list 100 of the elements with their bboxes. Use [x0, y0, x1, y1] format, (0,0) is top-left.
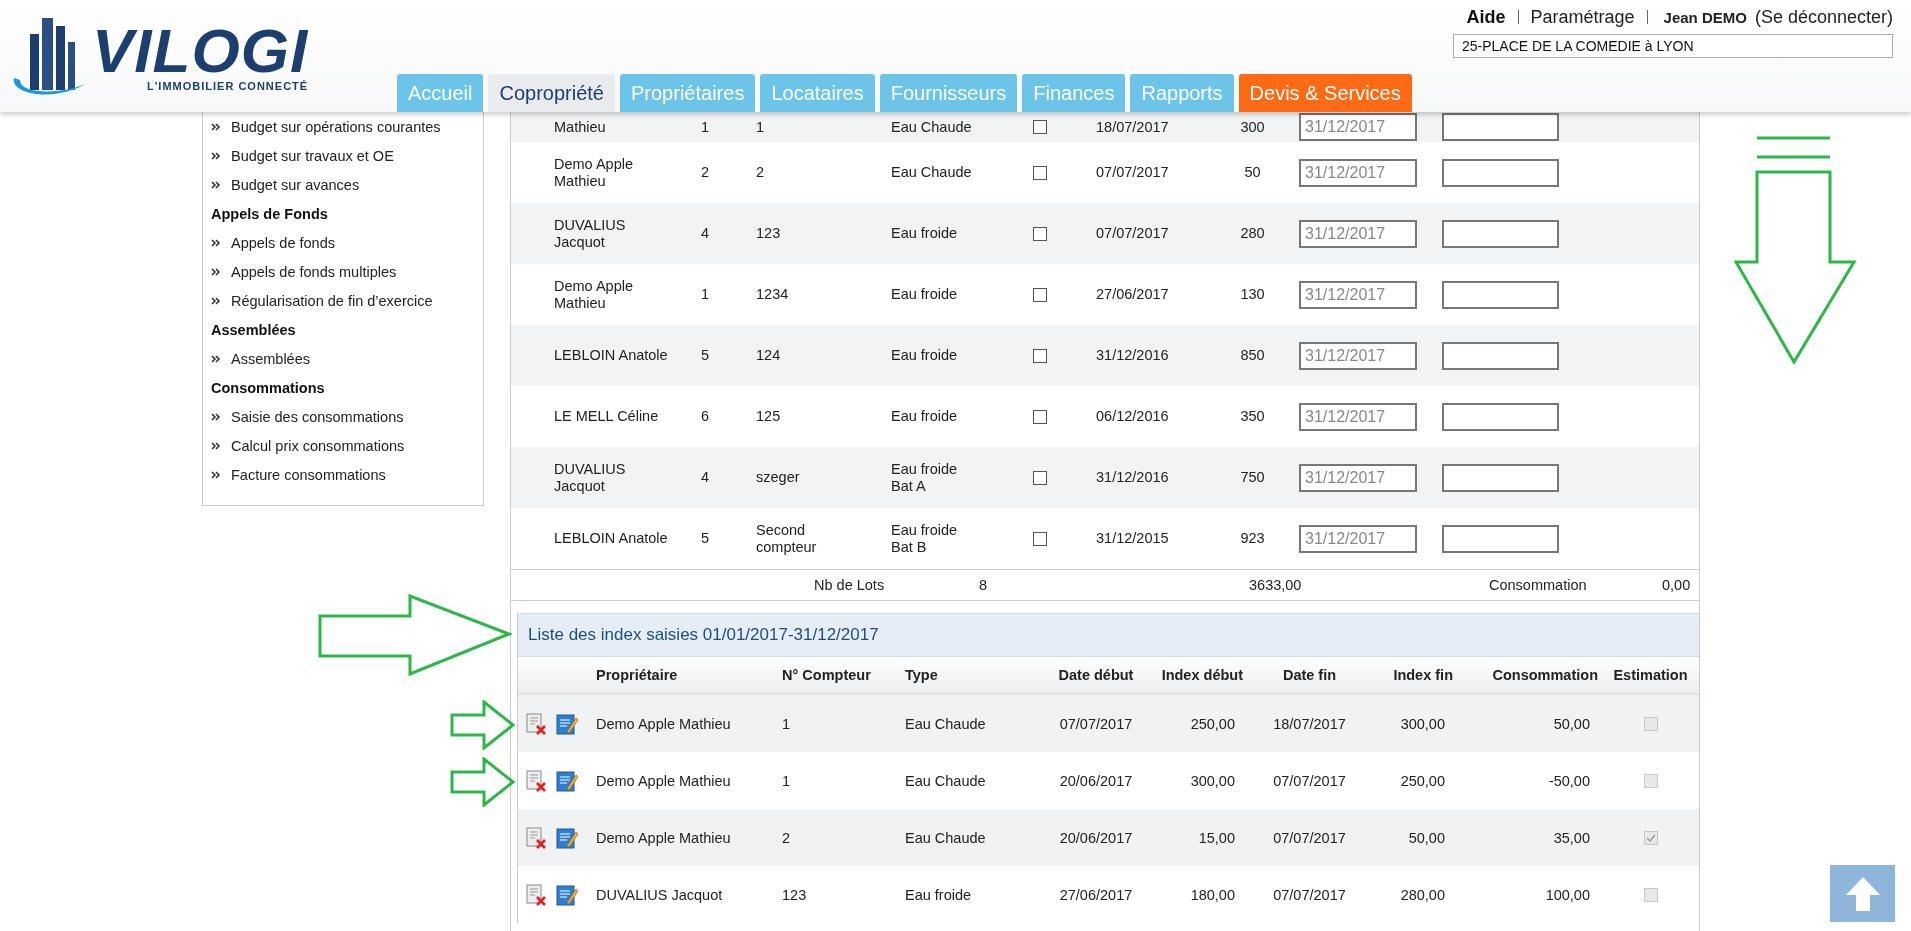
- table-cell-text: 1: [782, 772, 792, 789]
- chevrons-icon: [211, 470, 221, 479]
- table-cell-text: 100,00: [1544, 886, 1591, 903]
- date-input-field[interactable]: 31/12/2017: [1299, 219, 1417, 248]
- sidebar-link[interactable]: Régularisation de fin d’exercice: [231, 292, 433, 309]
- table-cell-text: 850: [1239, 347, 1266, 364]
- table-cell-text: 125: [756, 408, 782, 425]
- header-link[interactable]: Aide: [1454, 10, 1519, 24]
- edit-icon[interactable]: [555, 825, 579, 850]
- column-header: Index fin: [1392, 667, 1454, 683]
- footer-value: 3633,00: [1249, 576, 1303, 594]
- index-input-field[interactable]: [1442, 341, 1559, 370]
- table-cell-text: LEBLOIN Anatole: [554, 530, 669, 547]
- user-name: Jean DEMO: [1662, 8, 1748, 26]
- table-cell-text: 300: [1239, 118, 1266, 136]
- checkbox[interactable]: [1033, 348, 1047, 363]
- column-header: N° Compteur: [782, 667, 872, 683]
- column-header: Type: [905, 667, 939, 683]
- index-input-field[interactable]: [1442, 463, 1559, 492]
- index-input-field[interactable]: [1442, 158, 1559, 187]
- date-input-field[interactable]: 31/12/2017: [1299, 524, 1417, 553]
- checkbox[interactable]: [1033, 120, 1047, 134]
- delete-icon[interactable]: [524, 882, 548, 907]
- right-arrow-icon: [450, 757, 516, 807]
- logout-link[interactable]: (Se déconnecter): [1754, 6, 1893, 28]
- table-cell-text: Eau froide: [891, 225, 959, 242]
- date-input-field[interactable]: 31/12/2017: [1299, 463, 1417, 492]
- date-input-field[interactable]: 31/12/2017: [1299, 341, 1417, 370]
- table-cell-text: 20/06/2017: [1058, 772, 1134, 789]
- table-cell-text: 2: [756, 164, 766, 181]
- checkbox[interactable]: [1033, 165, 1047, 180]
- table-cell-text: Eau Chaude: [905, 829, 987, 846]
- index-input-field[interactable]: [1442, 524, 1559, 553]
- chevrons-icon: [211, 441, 221, 450]
- index-input-field[interactable]: [1442, 219, 1559, 248]
- table-cell-text: 07/07/2017: [1272, 886, 1347, 903]
- table-cell-text: 123: [782, 886, 808, 903]
- table-cell-text: 4: [701, 225, 711, 242]
- table-cell-text: 1234: [756, 286, 790, 303]
- date-input-field[interactable]: 31/12/2017: [1299, 113, 1417, 141]
- edit-icon[interactable]: [555, 768, 579, 793]
- sidebar-link[interactable]: Appels de fonds: [231, 234, 335, 251]
- table-cell-text: 124: [756, 347, 782, 364]
- edit-icon[interactable]: [555, 711, 579, 736]
- sidebar-link[interactable]: Appels de fonds multiples: [231, 263, 397, 280]
- index-input-field[interactable]: [1442, 402, 1559, 431]
- table-cell-text: -50,00: [1547, 772, 1591, 789]
- table-cell-text: 923: [1239, 530, 1266, 547]
- column-header: Index début: [1160, 667, 1244, 683]
- delete-icon[interactable]: [524, 711, 548, 736]
- column-header: Date fin: [1281, 667, 1338, 683]
- index-input-field[interactable]: [1442, 113, 1559, 141]
- date-input-field[interactable]: 31/12/2017: [1299, 402, 1417, 431]
- table-cell-text: Eau Chaude: [891, 118, 973, 136]
- date-input-field[interactable]: 31/12/2017: [1299, 158, 1417, 187]
- table-cell-text: 280: [1239, 225, 1266, 242]
- table-cell-text: 31/12/2016: [1096, 347, 1170, 364]
- table-cell-text: Eau Chaude: [905, 715, 987, 732]
- checkbox[interactable]: [1033, 226, 1047, 241]
- sidebar-link[interactable]: Budget sur avances: [231, 176, 360, 193]
- table-cell-text: DUVALIUS Jacquot: [554, 216, 627, 251]
- table-cell-text: DUVALIUS Jacquot: [554, 460, 627, 495]
- table-cell-text: Eau froide: [891, 408, 959, 425]
- table-cell-text: 750: [1239, 469, 1266, 486]
- checkbox[interactable]: [1033, 531, 1047, 546]
- table-cell-text: 5: [701, 530, 711, 547]
- checkbox[interactable]: [1033, 409, 1047, 424]
- table-cell-text: 250,00: [1189, 715, 1236, 732]
- delete-icon[interactable]: [524, 768, 548, 793]
- column-header: Propriétaire: [596, 667, 679, 683]
- nav-tab[interactable]: Copropriété: [488, 74, 615, 112]
- chevrons-icon: [211, 412, 221, 421]
- sidebar-link[interactable]: Budget sur opérations courantes: [231, 118, 441, 135]
- table-cell-text: 350: [1239, 408, 1266, 425]
- table-cell-text: Eau froide: [891, 286, 959, 303]
- delete-icon[interactable]: [524, 825, 548, 850]
- footer-value: 8: [979, 576, 989, 594]
- table-cell-text: Demo Apple Mathieu: [554, 277, 634, 312]
- edit-icon[interactable]: [555, 882, 579, 907]
- checkbox[interactable]: [1033, 470, 1047, 485]
- chevrons-icon: [211, 122, 221, 131]
- sidebar-link[interactable]: Calcul prix consommations: [231, 437, 405, 454]
- table-cell-text: 2: [701, 164, 711, 181]
- address-field[interactable]: 25-PLACE DE LA COMEDIE à LYON: [1453, 34, 1893, 58]
- right-arrow-icon: [318, 594, 512, 678]
- sidebar-link[interactable]: Assemblées: [231, 350, 310, 367]
- table-cell-text: 20/06/2017: [1058, 829, 1134, 846]
- table-cell-text: Demo Apple Mathieu: [596, 715, 732, 732]
- sidebar-link[interactable]: Facture consommations: [231, 466, 386, 483]
- sidebar-heading: Appels de Fonds: [211, 205, 328, 222]
- table-cell-text: 5: [701, 347, 711, 364]
- index-input-field[interactable]: [1442, 280, 1559, 309]
- sidebar-link[interactable]: Saisie des consommations: [231, 408, 404, 425]
- column-header: Consommation: [1491, 667, 1599, 683]
- table-cell-text: Eau Chaude: [891, 164, 973, 181]
- sidebar-link[interactable]: Budget sur travaux et OE: [231, 147, 394, 164]
- date-input-field[interactable]: 31/12/2017: [1299, 280, 1417, 309]
- chevrons-icon: [211, 238, 221, 247]
- checkbox[interactable]: [1033, 287, 1047, 302]
- footer-label: Consommation: [1489, 576, 1588, 594]
